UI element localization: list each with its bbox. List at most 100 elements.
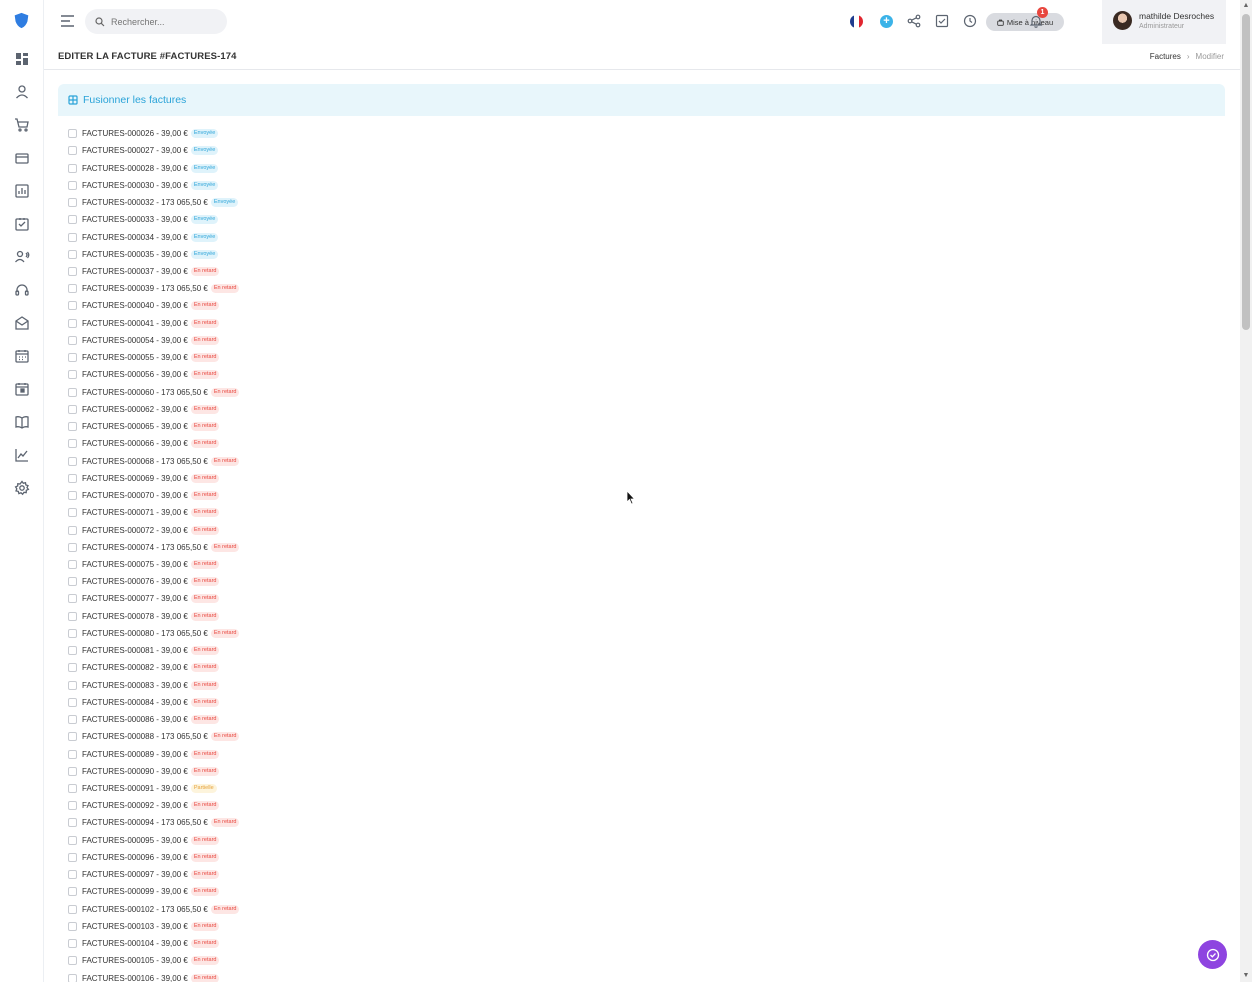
invoice-checkbox[interactable] (68, 404, 77, 414)
breadcrumb-factures-link[interactable]: Factures (1150, 52, 1181, 61)
invoice-checkbox[interactable] (68, 594, 77, 604)
invoice-checkbox[interactable] (68, 335, 77, 345)
invoice-checkbox[interactable] (68, 232, 77, 242)
invoice-checkbox[interactable] (68, 749, 77, 759)
invoice-label[interactable]: FACTURES-000097 - 39,00 € (82, 870, 188, 879)
invoice-label[interactable]: FACTURES-000069 - 39,00 € (82, 474, 188, 483)
invoice-checkbox[interactable] (68, 525, 77, 535)
invoice-checkbox[interactable] (68, 422, 77, 432)
invoice-checkbox[interactable] (68, 198, 77, 208)
invoice-label[interactable]: FACTURES-000076 - 39,00 € (82, 577, 188, 586)
invoice-checkbox[interactable] (68, 129, 77, 139)
scrollbar-thumb[interactable] (1242, 14, 1250, 330)
invoice-checkbox[interactable] (68, 835, 77, 845)
invoice-label[interactable]: FACTURES-000091 - 39,00 € (82, 784, 188, 793)
scroll-down-arrow-icon[interactable]: ▼ (1242, 972, 1250, 980)
upgrade-button[interactable]: Mise à niveau (986, 13, 1064, 31)
invoice-checkbox[interactable] (68, 163, 77, 173)
invoice-label[interactable]: FACTURES-000099 - 39,00 € (82, 887, 188, 896)
invoice-label[interactable]: FACTURES-000071 - 39,00 € (82, 508, 188, 517)
invoice-checkbox[interactable] (68, 301, 77, 311)
share-icon[interactable] (907, 14, 921, 28)
invoice-label[interactable]: FACTURES-000027 - 39,00 € (82, 146, 188, 155)
chart-icon[interactable] (14, 447, 30, 463)
invoice-checkbox[interactable] (68, 491, 77, 501)
invoice-label[interactable]: FACTURES-000034 - 39,00 € (82, 233, 188, 242)
invoice-checkbox[interactable] (68, 180, 77, 190)
invoice-checkbox[interactable] (68, 870, 77, 880)
wallet-icon[interactable] (14, 150, 30, 166)
search-input[interactable] (111, 16, 211, 27)
invoice-label[interactable]: FACTURES-000072 - 39,00 € (82, 526, 188, 535)
invoice-label[interactable]: FACTURES-000074 - 173 065,50 € (82, 543, 208, 552)
invoice-checkbox[interactable] (68, 732, 77, 742)
leads-icon[interactable] (14, 249, 30, 265)
invoice-checkbox[interactable] (68, 318, 77, 328)
invoice-checkbox[interactable] (68, 387, 77, 397)
support-icon[interactable] (14, 282, 30, 298)
invoice-label[interactable]: FACTURES-000075 - 39,00 € (82, 560, 188, 569)
invoice-checkbox[interactable] (68, 439, 77, 449)
invoice-label[interactable]: FACTURES-000094 - 173 065,50 € (82, 818, 208, 827)
invoice-label[interactable]: FACTURES-000028 - 39,00 € (82, 164, 188, 173)
language-flag-icon[interactable] (850, 15, 863, 28)
invoice-checkbox[interactable] (68, 559, 77, 569)
invoice-label[interactable]: FACTURES-000066 - 39,00 € (82, 439, 188, 448)
invoice-label[interactable]: FACTURES-000055 - 39,00 € (82, 353, 188, 362)
invoice-label[interactable]: FACTURES-000037 - 39,00 € (82, 267, 188, 276)
invoice-checkbox[interactable] (68, 646, 77, 656)
invoice-checkbox[interactable] (68, 697, 77, 707)
invoice-label[interactable]: FACTURES-000095 - 39,00 € (82, 836, 188, 845)
invoice-label[interactable]: FACTURES-000096 - 39,00 € (82, 853, 188, 862)
invoice-checkbox[interactable] (68, 473, 77, 483)
invoice-checkbox[interactable] (68, 887, 77, 897)
scroll-up-arrow-icon[interactable]: ▲ (1242, 2, 1250, 10)
invoice-label[interactable]: FACTURES-000081 - 39,00 € (82, 646, 188, 655)
invoice-label[interactable]: FACTURES-000041 - 39,00 € (82, 319, 188, 328)
invoice-label[interactable]: FACTURES-000086 - 39,00 € (82, 715, 188, 724)
invoice-checkbox[interactable] (68, 801, 77, 811)
invoice-checkbox[interactable] (68, 973, 77, 982)
invoice-label[interactable]: FACTURES-000032 - 173 065,50 € (82, 198, 208, 207)
invoice-label[interactable]: FACTURES-000056 - 39,00 € (82, 370, 188, 379)
cart-icon[interactable] (14, 117, 30, 133)
brand-logo-icon[interactable] (13, 12, 30, 29)
invoice-checkbox[interactable] (68, 956, 77, 966)
mail-icon[interactable] (14, 315, 30, 331)
invoice-label[interactable]: FACTURES-000105 - 39,00 € (82, 956, 188, 965)
settings-icon[interactable] (14, 480, 30, 496)
tasks-icon[interactable] (14, 216, 30, 232)
invoice-checkbox[interactable] (68, 904, 77, 914)
invoice-checkbox[interactable] (68, 249, 77, 259)
invoice-label[interactable]: FACTURES-000082 - 39,00 € (82, 663, 188, 672)
user-menu[interactable]: mathilde Desroches Administrateur (1102, 0, 1226, 44)
invoice-label[interactable]: FACTURES-000060 - 173 065,50 € (82, 388, 208, 397)
invoice-checkbox[interactable] (68, 370, 77, 380)
invoice-label[interactable]: FACTURES-000104 - 39,00 € (82, 939, 188, 948)
invoice-label[interactable]: FACTURES-000026 - 39,00 € (82, 129, 188, 138)
invoice-label[interactable]: FACTURES-000106 - 39,00 € (82, 974, 188, 982)
page-scrollbar[interactable]: ▲ ▼ (1240, 0, 1252, 982)
invoice-label[interactable]: FACTURES-000083 - 39,00 € (82, 681, 188, 690)
invoice-checkbox[interactable] (68, 456, 77, 466)
invoice-label[interactable]: FACTURES-000062 - 39,00 € (82, 405, 188, 414)
invoice-checkbox[interactable] (68, 663, 77, 673)
chat-button[interactable] (1198, 940, 1227, 969)
invoice-checkbox[interactable] (68, 715, 77, 725)
invoice-label[interactable]: FACTURES-000103 - 39,00 € (82, 922, 188, 931)
invoice-label[interactable]: FACTURES-000054 - 39,00 € (82, 336, 188, 345)
calendar-icon[interactable] (14, 348, 30, 364)
invoice-checkbox[interactable] (68, 818, 77, 828)
invoice-checkbox[interactable] (68, 266, 77, 276)
invoice-label[interactable]: FACTURES-000092 - 39,00 € (82, 801, 188, 810)
invoice-label[interactable]: FACTURES-000068 - 173 065,50 € (82, 457, 208, 466)
invoice-label[interactable]: FACTURES-000078 - 39,00 € (82, 612, 188, 621)
invoice-checkbox[interactable] (68, 353, 77, 363)
invoice-checkbox[interactable] (68, 680, 77, 690)
invoice-label[interactable]: FACTURES-000035 - 39,00 € (82, 250, 188, 259)
invoice-checkbox[interactable] (68, 284, 77, 294)
invoice-label[interactable]: FACTURES-000077 - 39,00 € (82, 594, 188, 603)
invoice-label[interactable]: FACTURES-000088 - 173 065,50 € (82, 732, 208, 741)
invoice-label[interactable]: FACTURES-000090 - 39,00 € (82, 767, 188, 776)
invoice-checkbox[interactable] (68, 852, 77, 862)
